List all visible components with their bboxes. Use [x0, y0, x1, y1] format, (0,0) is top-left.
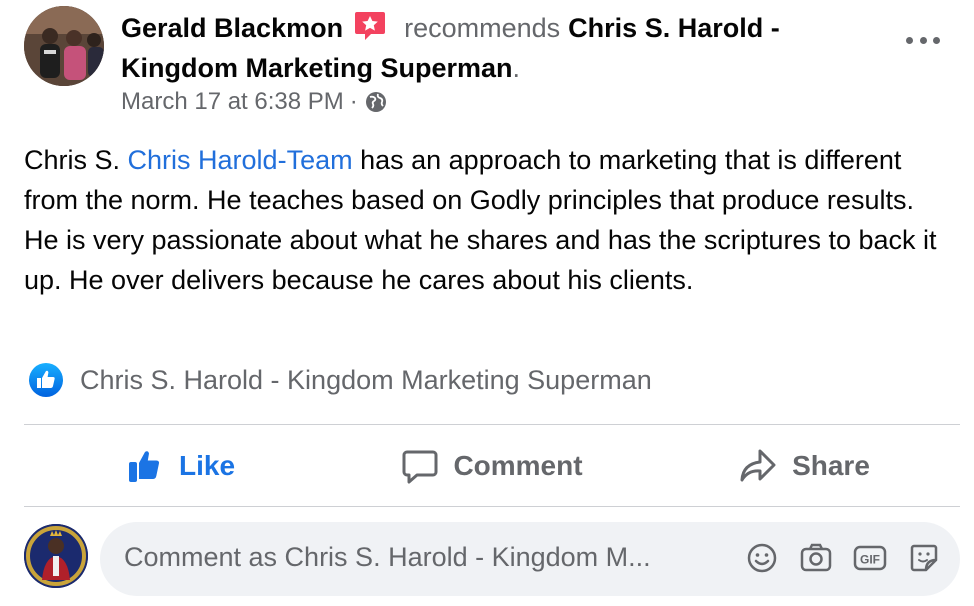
- thumbs-up-icon: [128, 451, 160, 482]
- gif-icon[interactable]: GIF: [852, 540, 888, 576]
- header-period: .: [512, 53, 521, 83]
- body-text-lead: Chris S.: [24, 145, 128, 175]
- like-label: Like: [178, 450, 236, 481]
- recommends-verb: recommends: [404, 13, 561, 43]
- comment-button[interactable]: Comment: [336, 426, 648, 506]
- comment-input[interactable]: Comment as Chris S. Harold - Kingdom M..…: [100, 522, 960, 596]
- post-card: Gerald Blackmon recommends Chris S. Harol…: [0, 0, 974, 606]
- comment-tools: GIF: [726, 540, 942, 576]
- author-name[interactable]: Gerald Blackmon: [121, 13, 343, 43]
- meta-separator: ·: [349, 88, 358, 115]
- dot: [933, 36, 940, 44]
- recommended-page-row[interactable]: Chris S. Harold - Kingdom Marketing Supe…: [28, 362, 652, 398]
- share-arrow-icon: [740, 449, 776, 482]
- dot: [906, 36, 913, 44]
- recommended-page-name[interactable]: Chris S. Harold - Kingdom Marketing Supe…: [80, 365, 652, 396]
- emoji-icon[interactable]: [744, 540, 780, 576]
- post-header: Gerald Blackmon recommends Chris S. Harol…: [121, 8, 881, 88]
- sticker-icon[interactable]: [906, 540, 942, 576]
- more-options-icon[interactable]: [906, 28, 940, 52]
- mention-link[interactable]: Chris Harold-Team: [128, 145, 353, 175]
- divider-top: [24, 424, 960, 425]
- author-avatar[interactable]: [24, 6, 104, 86]
- action-bar: Like Comment Share: [24, 426, 960, 506]
- commenter-avatar[interactable]: [24, 524, 88, 588]
- divider-bottom: [24, 506, 960, 507]
- comment-placeholder: Comment as Chris S. Harold - Kingdom M..…: [124, 542, 651, 572]
- comment-label: Comment: [453, 450, 583, 481]
- comment-bubble-icon: [402, 450, 438, 484]
- post-timestamp[interactable]: March 17 at 6:38 PM: [121, 88, 344, 116]
- share-label: Share: [792, 450, 870, 481]
- globe-icon[interactable]: [364, 90, 388, 114]
- like-badge-icon: [29, 363, 63, 397]
- like-button[interactable]: Like: [24, 426, 336, 506]
- camera-icon[interactable]: [798, 540, 834, 576]
- svg-text:GIF: GIF: [860, 553, 880, 567]
- post-body: Chris S. Chris Harold-Team has an approa…: [24, 140, 954, 300]
- share-button[interactable]: Share: [648, 426, 960, 506]
- star-badge-icon: [353, 8, 387, 42]
- dot: [919, 36, 927, 44]
- post-meta: March 17 at 6:38 PM ·: [121, 88, 388, 116]
